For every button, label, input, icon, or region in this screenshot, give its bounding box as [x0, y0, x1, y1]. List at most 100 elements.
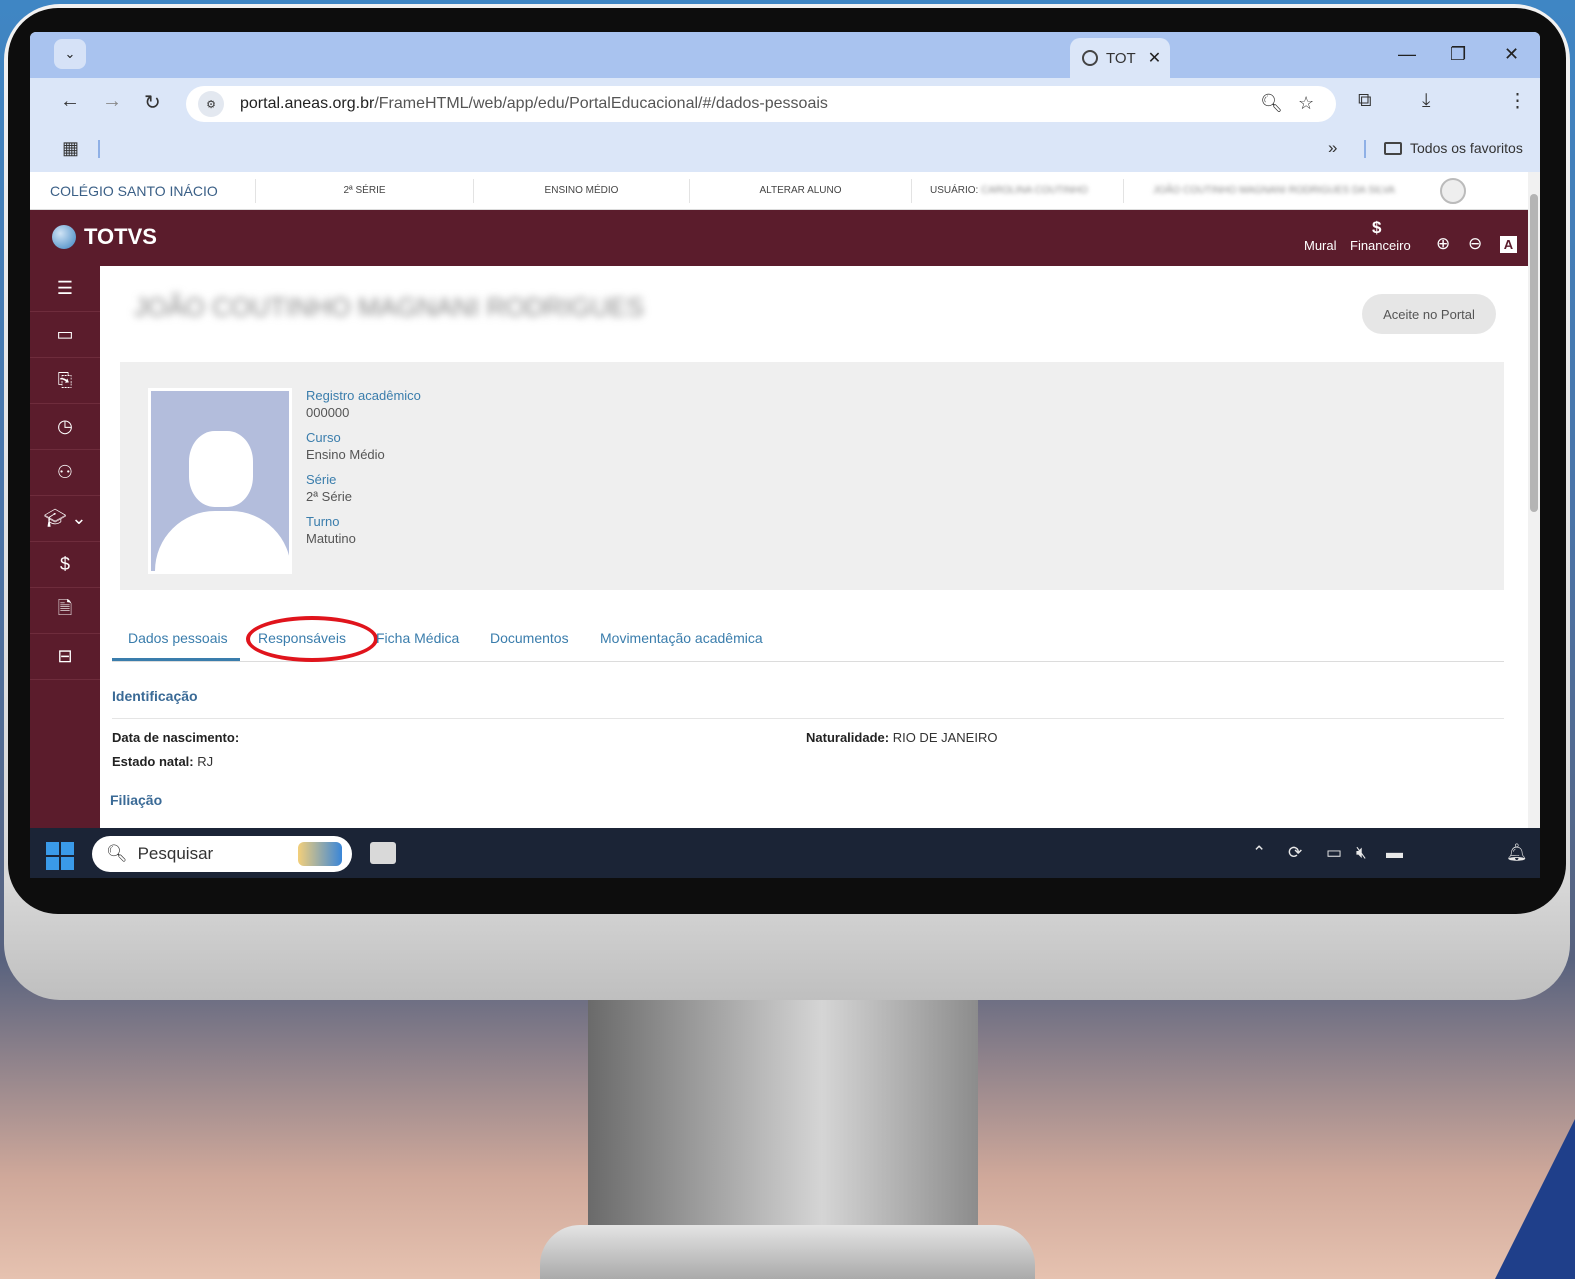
tab-dados-pessoais[interactable]: Dados pessoais — [128, 630, 228, 646]
usuario-value: CAROLINA COUTINHO — [981, 184, 1088, 196]
taskbar-search[interactable]: 🔍︎ Pesquisar — [92, 836, 352, 872]
field-label: Turno — [306, 514, 340, 529]
mural-link[interactable]: Mural — [1304, 238, 1337, 253]
data-nascimento-label: Data de nascimento: — [112, 730, 240, 745]
close-tab-icon[interactable]: ✕ — [1148, 48, 1161, 68]
nivel-selector[interactable]: ENSINO MÉDIO — [474, 178, 690, 203]
scrollbar-thumb[interactable] — [1530, 194, 1538, 512]
user-avatar[interactable] — [1440, 177, 1466, 204]
tab-ficha-medica[interactable]: Ficha Médica — [376, 630, 459, 646]
field-label: Série — [306, 472, 337, 487]
hamburger-menu-icon[interactable]: ☰ — [30, 266, 100, 312]
documents-icon[interactable]: ⎘ — [30, 358, 100, 404]
estado-natal: Estado natal: RJ — [112, 754, 213, 769]
forward-icon[interactable]: → — [102, 90, 122, 113]
all-bookmarks-folder[interactable]: Todos os favoritos — [1384, 140, 1523, 156]
folder-icon — [1384, 141, 1402, 155]
url-host: portal.aneas.org.br — [240, 95, 375, 112]
totvs-logo: TOTVS — [52, 224, 157, 250]
search-placeholder: Pesquisar — [137, 844, 214, 863]
window-close-icon[interactable]: ✕ — [1504, 44, 1519, 65]
site-settings-icon[interactable]: ⚙ — [198, 91, 224, 117]
bookmark-star-icon[interactable]: ☆ — [1298, 93, 1314, 114]
globe-icon — [1082, 50, 1098, 66]
browser-toolbar: ← → ↻ ⚙ portal.aneas.org.br/FrameHTML/we… — [30, 78, 1540, 128]
dollar-icon: $ — [1372, 218, 1382, 237]
browser-tab[interactable]: TOT ✕ — [1070, 38, 1170, 78]
section-identificacao: Identificação — [112, 688, 198, 704]
tab-documentos[interactable]: Documentos — [490, 630, 569, 646]
muted-speaker-icon[interactable]: 🔇︎ — [1356, 843, 1367, 863]
field-value: 2ª Série — [306, 489, 353, 504]
accessibility-contrast-button[interactable]: A — [1500, 236, 1517, 253]
naturalidade: Naturalidade: RIO DE JANEIRO — [806, 730, 997, 745]
alterar-aluno-button[interactable]: ALTERAR ALUNO — [690, 178, 912, 203]
field-value: Ensino Médio — [306, 447, 385, 462]
financeiro-link[interactable]: Financeiro — [1350, 238, 1411, 253]
notification-bell-icon[interactable]: 🔔︎ — [1506, 843, 1528, 863]
field-value: 000000 — [306, 405, 350, 420]
student-name: JOÃO COUTINHO MAGNANI RODRIGUES — [134, 292, 644, 322]
download-icon[interactable]: ⤓ — [1422, 90, 1430, 112]
folder-label: Todos os favoritos — [1410, 140, 1523, 156]
decorative-shape — [1495, 1119, 1575, 1279]
apps-grid-icon[interactable]: ▦ — [62, 138, 79, 159]
field-label: Curso — [306, 430, 341, 445]
zoom-icon[interactable]: 🔍︎ — [1260, 93, 1283, 114]
menu-icon[interactable]: ⋮ — [1508, 90, 1527, 113]
windows-start-icon[interactable] — [46, 842, 74, 870]
minimize-icon[interactable]: — — [1398, 44, 1416, 65]
graduation-cap-icon[interactable]: 🎓︎ ⌄ — [30, 496, 100, 542]
monitor-base — [540, 1225, 1035, 1279]
battery-icon[interactable]: ▬ — [1386, 843, 1403, 863]
divider — [98, 140, 100, 158]
active-tab-indicator — [112, 658, 240, 661]
estado-natal-label: Estado natal: — [112, 754, 194, 769]
section-filiacao: Filiação — [110, 792, 163, 808]
restore-icon[interactable]: ❐ — [1450, 44, 1466, 65]
serie-selector[interactable]: 2ª SÉRIE — [256, 178, 474, 203]
avatar-body — [155, 511, 289, 571]
logo-icon — [52, 225, 76, 249]
task-view-icon[interactable] — [370, 842, 396, 864]
dollar-icon[interactable]: $ — [30, 542, 100, 588]
reload-icon[interactable]: ↻ — [144, 90, 161, 115]
file-icon[interactable]: 🗎 — [30, 588, 100, 634]
address-bar[interactable]: ⚙ portal.aneas.org.br/FrameHTML/web/app/… — [186, 86, 1336, 122]
app-header: TOTVS Mural $ Financeiro ⊕ ⊖ A — [30, 210, 1528, 266]
bookmarks-overflow-button[interactable]: » — [1328, 138, 1337, 158]
user-check-icon[interactable]: ⚇ — [30, 450, 100, 496]
zoom-in-icon[interactable]: ⊕ — [1436, 234, 1450, 254]
display-icon[interactable]: ▭ — [1326, 843, 1342, 863]
search-icon: 🔍︎ — [106, 844, 128, 863]
field-label: Registro acadêmico — [306, 388, 421, 403]
divider — [1364, 140, 1366, 158]
tab-search-button[interactable]: ⌄ — [54, 39, 86, 69]
main-content: JOÃO COUTINHO MAGNANI RODRIGUES Aceite n… — [100, 266, 1528, 828]
school-name: COLÉGIO SANTO INÁCIO — [30, 178, 256, 203]
sync-icon[interactable]: ⟳ — [1288, 843, 1302, 863]
monitor-stand — [588, 1000, 978, 1235]
aluno-value: JOÃO COUTINHO MAGNANI RODRIGUES DA SILVA — [1153, 184, 1395, 196]
screen: ⌄ TOT ✕ — ❐ ✕ ← → ↻ ⚙ portal.aneas.org.b… — [30, 32, 1540, 878]
student-fields: Registro acadêmico 000000 Curso Ensino M… — [306, 388, 421, 546]
tab-movimentacao-academica[interactable]: Movimentação acadêmica — [600, 630, 763, 646]
aceite-portal-button[interactable]: Aceite no Portal — [1362, 294, 1496, 334]
scrollbar[interactable] — [1528, 172, 1540, 828]
search-highlight-image — [298, 842, 342, 866]
profile-tabs: Dados pessoais Responsáveis Ficha Médica… — [112, 616, 1504, 662]
naturalidade-value: RIO DE JANEIRO — [892, 730, 998, 745]
extensions-icon[interactable]: ⧉ — [1358, 90, 1372, 112]
estado-natal-value: RJ — [197, 754, 214, 769]
student-summary-card: Registro acadêmico 000000 Curso Ensino M… — [120, 362, 1504, 590]
field-value: Matutino — [306, 531, 356, 546]
data-nascimento: Data de nascimento: — [112, 730, 239, 745]
back-icon[interactable]: ← — [60, 90, 80, 113]
layout-icon[interactable]: ⊟ — [30, 634, 100, 680]
chevron-up-icon[interactable]: ⌃ — [1252, 843, 1266, 863]
os-taskbar: 🔍︎ Pesquisar ⌃ ⟳ ▭ 🔇︎ ▬ 🔔︎ — [30, 828, 1540, 878]
zoom-out-icon[interactable]: ⊖ — [1468, 234, 1482, 254]
tab-responsaveis[interactable]: Responsáveis — [258, 630, 346, 646]
clock-icon[interactable]: ◷ — [30, 404, 100, 450]
monitor-icon[interactable]: ▭ — [30, 312, 100, 358]
